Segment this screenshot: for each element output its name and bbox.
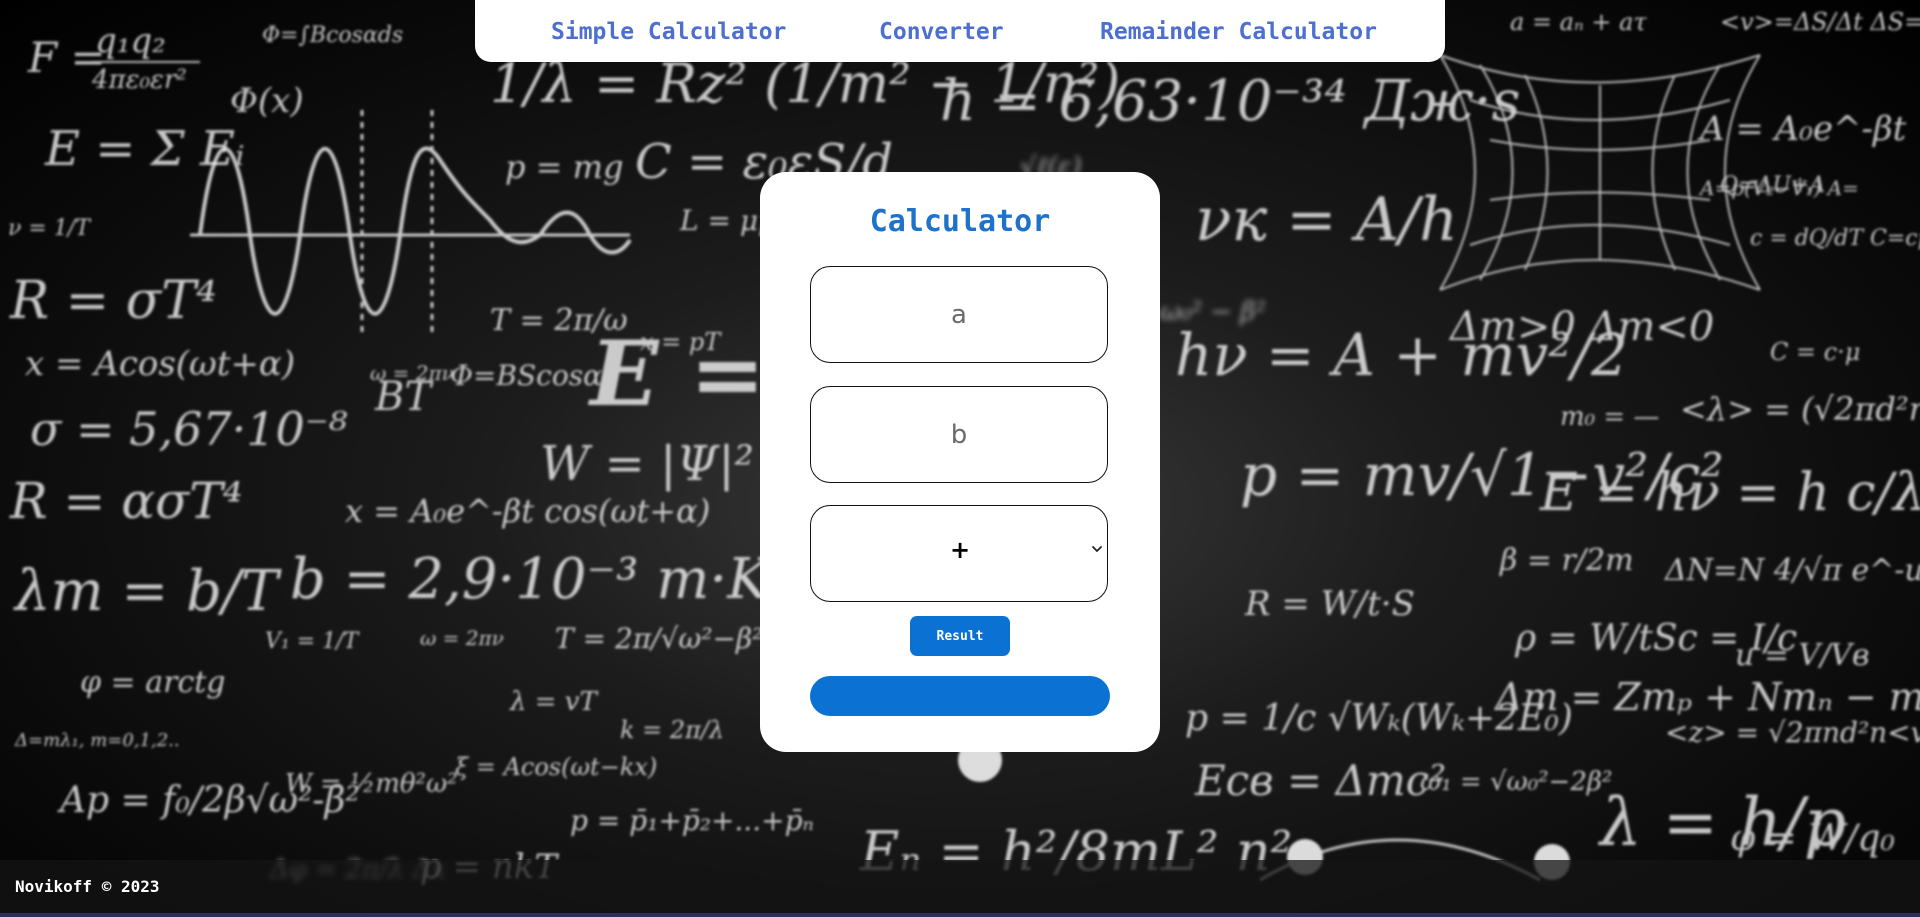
footer: Novikoff © 2023 (0, 860, 1920, 917)
svg-text:A = A₀e^-βt: A = A₀e^-βt (1697, 109, 1907, 149)
chevron-down-icon (1092, 546, 1102, 552)
calculator-card: Calculator + Result (760, 172, 1160, 752)
svg-text:λ = vT: λ = vT (509, 687, 598, 717)
svg-text:νк = A/h: νк = A/h (1195, 185, 1458, 255)
svg-text:<λ> = (√2πd²n)⁻¹: <λ> = (√2πd²n)⁻¹ (1680, 390, 1920, 428)
top-navigation: Simple Calculator Converter Remainder Ca… (475, 0, 1445, 62)
svg-text:ξ = Acos(ωt−kx): ξ = Acos(ωt−kx) (455, 753, 657, 781)
svg-text:ν = 1/T: ν = 1/T (8, 216, 92, 241)
svg-text:λm = b/T: λm = b/T (13, 559, 282, 624)
nav-link-simple-calculator[interactable]: Simple Calculator (551, 19, 786, 45)
svg-text:Q=ΔU+A: Q=ΔU+A (1720, 173, 1825, 198)
svg-text:σ = 5,67·10⁻⁸: σ = 5,67·10⁻⁸ (30, 402, 348, 456)
svg-text:u = V/Vв: u = V/Vв (1735, 638, 1869, 673)
calculator-title: Calculator (869, 204, 1051, 239)
svg-text:b = 2,9·10⁻³ m·K: b = 2,9·10⁻³ m·K (290, 547, 772, 612)
svg-text:ω₀² − β²: ω₀² − β² (1160, 297, 1266, 327)
nav-link-remainder-calculator[interactable]: Remainder Calculator (1100, 19, 1377, 45)
svg-text:c = dQ/dT C=cμ: c = dQ/dT C=cμ (1750, 226, 1920, 251)
operand-a-input[interactable] (810, 266, 1108, 363)
svg-text:ΔN=N 4/√π e^-u² u²Δu: ΔN=N 4/√π e^-u² u²Δu (1664, 553, 1920, 588)
operation-selected-value: + (949, 536, 971, 564)
svg-text:Δm>0 Δm<0: Δm>0 Δm<0 (1448, 304, 1714, 350)
svg-text:x = Acos(ωt+α): x = Acos(ωt+α) (25, 344, 295, 384)
svg-text:Φ(x): Φ(x) (230, 81, 304, 121)
svg-text:p = 1/c √Wₖ(Wₖ+2E₀): p = 1/c √Wₖ(Wₖ+2E₀) (1185, 698, 1573, 739)
svg-text:4πε₀εr²: 4πε₀εr² (91, 65, 187, 95)
result-button[interactable]: Result (910, 616, 1010, 656)
svg-text:R = ασT⁴: R = ασT⁴ (9, 472, 243, 530)
svg-text:φ = arctg: φ = arctg (80, 665, 226, 700)
svg-text:Φ=BScosα: Φ=BScosα (450, 359, 602, 392)
svg-text:k = 2π/λ: k = 2π/λ (620, 716, 724, 744)
svg-text:q₁q₂: q₁q₂ (95, 21, 166, 61)
svg-text:Δ=mλ₁, m=0,1,2..: Δ=mλ₁, m=0,1,2.. (14, 730, 180, 751)
svg-text:C = c·μ: C = c·μ (1770, 338, 1860, 366)
operation-select[interactable]: + (810, 505, 1108, 602)
svg-text:h = 6,63·10⁻³⁴ Дж·s: h = 6,63·10⁻³⁴ Дж·s (940, 69, 1520, 134)
svg-text:E = hν = h c/λ: E = hν = h c/λ (1539, 463, 1920, 523)
svg-text:<z> = √2πnd²n<v>: <z> = √2πnd²n<v> (1665, 716, 1920, 749)
svg-text:φ = W/q₀: φ = W/q₀ (1730, 818, 1895, 859)
svg-text:<v>=ΔS/Δt ΔS=S₂−S₁: <v>=ΔS/Δt ΔS=S₂−S₁ (1720, 8, 1920, 36)
footer-edge (0, 913, 1920, 917)
svg-text:Ecв = Δmc²: Ecв = Δmc² (1194, 756, 1446, 805)
svg-text:p = mg: p = mg (505, 148, 623, 186)
svg-text:a = aₙ + aτ: a = aₙ + aτ (1510, 8, 1647, 36)
svg-text:V₁ = 1/T: V₁ = 1/T (265, 629, 361, 654)
svg-text:ω = 2πν: ω = 2πν (420, 626, 504, 650)
svg-text:W = ½mθ²ω²: W = ½mθ²ω² (285, 769, 458, 799)
svg-text:Φ=∫Bcosαds: Φ=∫Bcosαds (262, 23, 403, 48)
copyright-text: Novikoff © 2023 (15, 877, 160, 896)
svg-text:R = W/t·S: R = W/t·S (1244, 584, 1415, 624)
svg-text:p = p̄₁+p̄₂+...+p̄ₙ: p = p̄₁+p̄₂+...+p̄ₙ (570, 804, 814, 837)
svg-text:W = |Ψ|²: W = |Ψ|² (540, 436, 754, 492)
result-output (810, 676, 1110, 716)
svg-text:m₀ = —: m₀ = — (1560, 402, 1659, 432)
svg-text:x = A₀e^-βt cos(ωt+α): x = A₀e^-βt cos(ωt+α) (345, 492, 710, 530)
svg-text:BT: BT (374, 374, 434, 420)
nav-link-converter[interactable]: Converter (879, 19, 1004, 45)
svg-text:T = 2π/√ω²−β²: T = 2π/√ω²−β² (555, 622, 763, 655)
svg-text:R = σT⁴: R = σT⁴ (9, 271, 217, 331)
operand-b-input[interactable] (810, 386, 1108, 483)
svg-text:β = r/2m: β = r/2m (1499, 543, 1634, 578)
svg-text:ω₁ = √ω₀²−2β²: ω₁ = √ω₀²−2β² (1420, 767, 1612, 797)
